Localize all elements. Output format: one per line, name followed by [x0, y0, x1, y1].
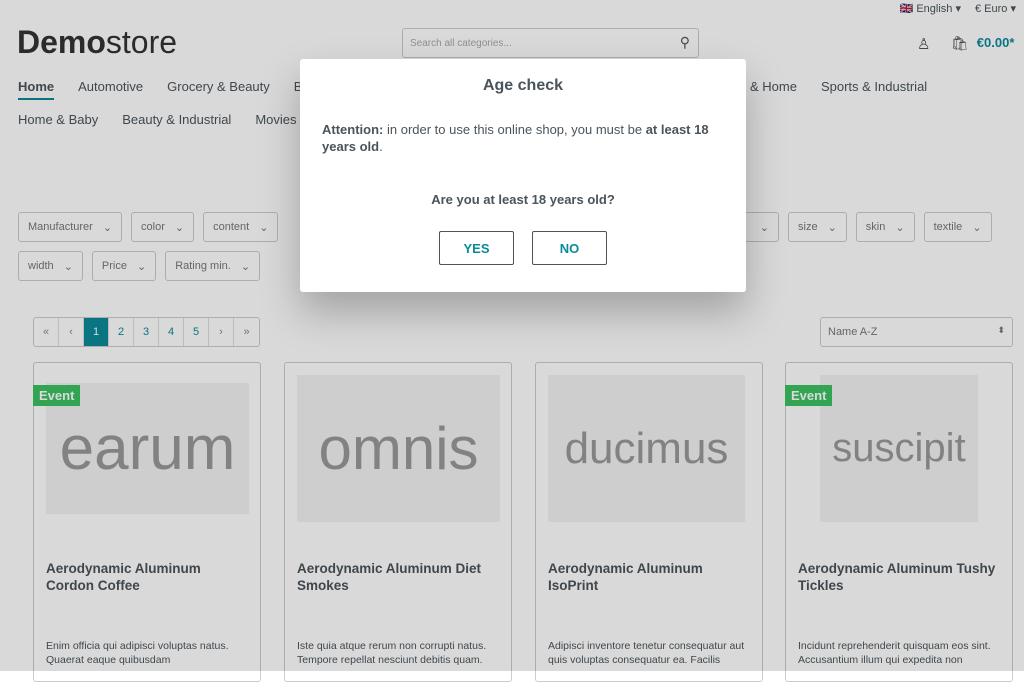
modal-question: Are you at least 18 years old?	[431, 192, 615, 207]
yes-button[interactable]: YES	[439, 231, 514, 265]
no-button[interactable]: NO	[532, 231, 607, 265]
modal-title: Age check	[482, 77, 564, 94]
modal-message: Attention: in order to use this online s…	[322, 122, 709, 154]
age-check-modal: Age check Attention: in order to use thi…	[300, 59, 746, 292]
